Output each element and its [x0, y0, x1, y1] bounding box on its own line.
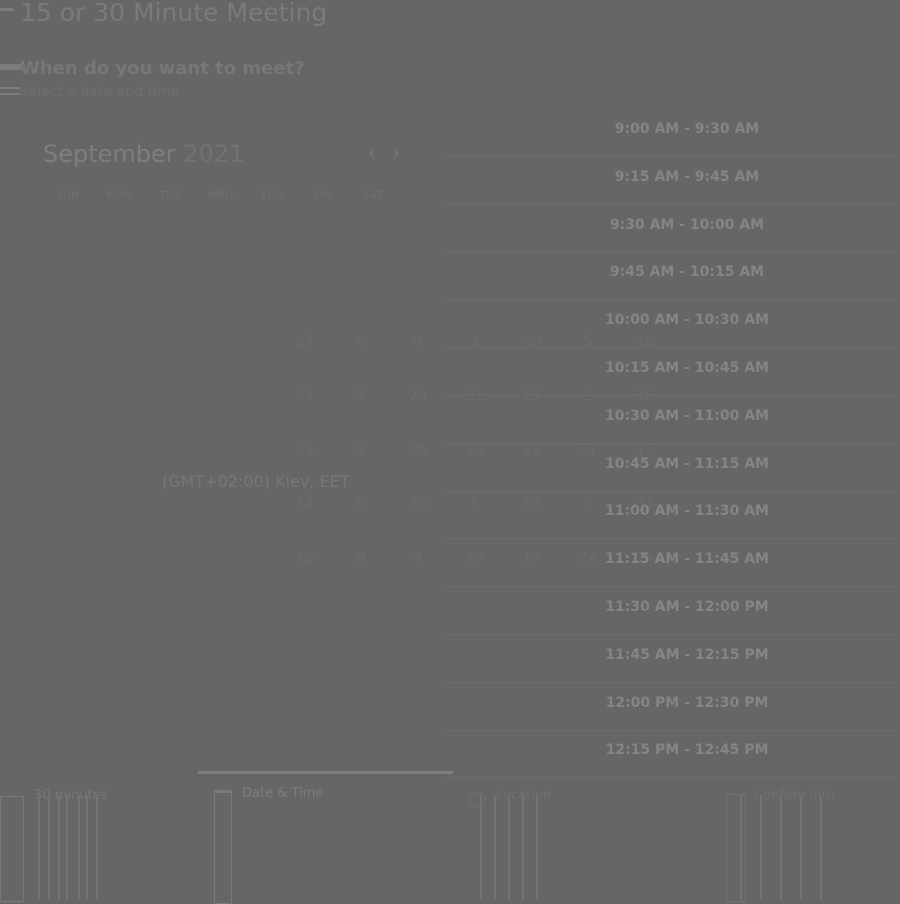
calendar-day[interactable]: 9 — [398, 334, 438, 350]
calendar-day[interactable]: 4 — [398, 550, 438, 566]
time-slot-label: 10:15 AM - 10:45 AM — [605, 360, 769, 376]
chevron-right-icon: › — [392, 143, 400, 164]
time-slot-label: 11:30 AM - 12:00 PM — [605, 599, 769, 615]
time-slot-label: 9:00 AM - 9:30 AM — [614, 121, 760, 137]
edge-accent-bar — [0, 93, 20, 95]
time-slot[interactable]: 12:00 PM - 12:30 PM — [445, 683, 900, 731]
decorative-stripe — [480, 795, 482, 900]
time-slot-label: 11:15 AM - 11:45 AM — [605, 551, 769, 568]
calendar-icon — [214, 790, 232, 904]
decorative-stripe — [48, 795, 50, 900]
weekday-label: SUN — [56, 190, 80, 201]
calendar-month-label: September 2021 — [43, 140, 244, 168]
prev-month-button[interactable]: ‹ — [364, 144, 380, 164]
decorative-stripe — [96, 795, 98, 900]
decorative-stripe — [66, 795, 68, 900]
decorative-stripe — [800, 795, 802, 900]
step-progress-indicator — [198, 771, 453, 774]
time-slot-label: 10:45 AM - 11:15 AM — [605, 455, 769, 472]
time-slot-label: 11:45 AM - 12:15 PM — [605, 646, 769, 663]
page-title: 15 or 30 Minute Meeting — [20, 0, 328, 27]
edge-accent-bar — [0, 8, 14, 11]
edge-accent-bar — [0, 64, 22, 70]
time-slot-label: 11:00 AM - 11:30 AM — [605, 503, 769, 520]
time-slot[interactable]: 9:45 AM - 10:15 AM — [445, 252, 900, 301]
chevron-left-icon: ‹ — [368, 143, 376, 164]
meet-question-heading: When do you want to meet? — [20, 58, 305, 79]
step-label: Date & Time — [242, 786, 324, 801]
calendar-day[interactable]: 25 — [285, 334, 325, 350]
weekday-label: WED — [208, 190, 234, 201]
time-slot[interactable]: 10:30 AM - 11:00 AM — [445, 396, 900, 444]
meet-subtitle: Select a date and time — [20, 84, 180, 100]
decorative-stripe — [740, 795, 742, 900]
time-slot-label: 9:15 AM - 9:45 AM — [614, 168, 760, 185]
decorative-stripe — [58, 795, 60, 900]
decorative-stripe — [494, 795, 496, 900]
calendar-year: 2021 — [183, 140, 245, 168]
calendar-day[interactable]: 2 — [341, 388, 381, 404]
time-slot-label: 10:00 AM - 10:30 AM — [605, 312, 769, 329]
calendar-day[interactable]: 9 — [341, 550, 381, 566]
calendar-day[interactable]: 29 — [398, 388, 438, 404]
time-slot[interactable]: 10:00 AM - 10:30 AM — [445, 300, 900, 349]
weekday-label: FRI — [314, 190, 332, 201]
time-slot[interactable]: 11:15 AM - 11:45 AM — [445, 539, 900, 588]
time-slot[interactable]: 10:15 AM - 10:45 AM — [445, 348, 900, 396]
time-slot[interactable]: 11:30 AM - 12:00 PM — [445, 587, 900, 635]
calendar-day[interactable]: 27 — [285, 388, 325, 404]
checklist-icon — [726, 794, 746, 902]
decorative-stripe — [86, 795, 88, 900]
decorative-stripe — [820, 795, 822, 900]
time-slot[interactable]: 12:15 PM - 12:45 PM — [445, 730, 900, 779]
time-slot[interactable]: 11:45 AM - 12:15 PM — [445, 635, 900, 683]
timezone-selector[interactable]: (GMT+02:00) Kiev, EET — [162, 472, 349, 491]
calendar-day[interactable]: 31 — [341, 496, 381, 512]
time-slot[interactable]: 9:00 AM - 9:30 AM — [445, 109, 900, 157]
edge-accent-bar — [0, 87, 20, 89]
clock-icon — [0, 796, 24, 902]
decorative-stripe — [508, 795, 510, 900]
time-slot[interactable]: 9:15 AM - 9:45 AM — [445, 157, 900, 205]
calendar-day[interactable]: 29 — [285, 442, 325, 458]
decorative-stripe — [780, 795, 782, 900]
time-slot-label: 9:30 AM - 10:00 AM — [609, 216, 765, 233]
decorative-stripe — [78, 795, 80, 900]
weekday-label: THU — [260, 190, 284, 201]
calendar-day[interactable]: 26 — [398, 442, 438, 458]
calendar-day[interactable]: 23 — [398, 496, 438, 512]
calendar-day[interactable]: 18 — [285, 550, 325, 566]
time-slot-label: 12:15 PM - 12:45 PM — [605, 742, 769, 759]
decorative-stripe — [536, 795, 538, 900]
time-slot[interactable]: 9:30 AM - 10:00 AM — [445, 205, 900, 253]
time-slot-label: 12:00 PM - 12:30 PM — [605, 694, 769, 711]
time-slot[interactable]: 10:45 AM - 11:15 AM — [445, 444, 900, 492]
time-slot[interactable]: 11:00 AM - 11:30 AM — [445, 491, 900, 540]
time-slot-label: 10:30 AM - 11:00 AM — [605, 407, 769, 424]
calendar-day[interactable]: 6 — [341, 334, 381, 350]
calendar-day[interactable]: 14 — [285, 496, 325, 512]
decorative-stripe — [522, 795, 524, 900]
calendar-day[interactable]: 9 — [341, 442, 381, 458]
weekday-label: SAT — [362, 190, 384, 201]
decorative-stripe — [760, 795, 762, 900]
calendar-month: September — [43, 140, 176, 168]
time-slot-label: 9:45 AM - 10:15 AM — [609, 264, 765, 281]
location-pin-icon — [470, 792, 486, 808]
weekday-label: TUE — [159, 190, 181, 201]
weekday-label: MON — [106, 190, 132, 201]
decorative-stripe — [38, 795, 40, 900]
next-month-button[interactable]: › — [388, 144, 404, 164]
